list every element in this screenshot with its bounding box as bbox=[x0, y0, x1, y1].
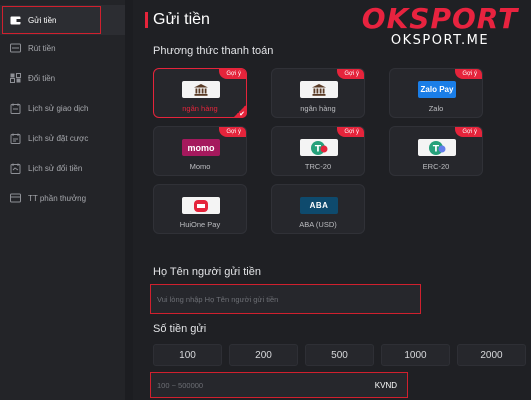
amount-preset-500[interactable]: 500 bbox=[305, 344, 374, 366]
sender-name-label: Họ Tên người gửi tiền bbox=[153, 266, 261, 278]
amount-input[interactable]: 100 ~ 500000 KVND bbox=[150, 372, 408, 398]
sidebar-item-label: Lịch sử đặt cược bbox=[28, 133, 89, 143]
huione-icon bbox=[182, 197, 220, 214]
sidebar: Gửi tiền Rút tiền Đổi tiền Lịch sử giao … bbox=[0, 0, 125, 400]
sidebar-item-transaction-history[interactable]: Lịch sử giao dịch bbox=[0, 93, 125, 123]
payment-method-label: Momo bbox=[189, 162, 211, 171]
amount-placeholder: 100 ~ 500000 bbox=[157, 380, 204, 390]
payment-method-label: HuiOne Pay bbox=[179, 220, 221, 229]
payment-method-bank[interactable]: Gợi ý ngân hàng ✔ bbox=[153, 68, 247, 118]
sender-name-input[interactable]: Vui lòng nhập Họ Tên người gửi tiền bbox=[150, 284, 421, 314]
payment-method-label: ngân hàng bbox=[300, 104, 336, 113]
suggested-badge: Gợi ý bbox=[455, 69, 482, 79]
amount-preset-200[interactable]: 200 bbox=[229, 344, 298, 366]
payment-method-label: TRC-20 bbox=[304, 162, 332, 171]
bet-history-icon bbox=[10, 133, 21, 144]
suggested-badge: Gợi ý bbox=[219, 127, 246, 137]
page-title: Gửi tiền bbox=[153, 11, 210, 28]
amount-preset-100[interactable]: 100 bbox=[153, 344, 222, 366]
sidebar-item-label: Lịch sử giao dịch bbox=[28, 103, 89, 113]
sidebar-item-label: Rút tiền bbox=[28, 43, 56, 53]
suggested-badge: Gợi ý bbox=[337, 69, 364, 79]
sidebar-item-label: Lịch sử đổi tiền bbox=[28, 163, 83, 173]
payment-method-label: ERC-20 bbox=[422, 162, 450, 171]
payment-method-momo[interactable]: Gợi ý momo Momo bbox=[153, 126, 247, 176]
payment-method-label: Phương thức thanh toán bbox=[153, 45, 274, 57]
aba-logo: ABA bbox=[300, 197, 338, 214]
amount-preset-1000[interactable]: 1000 bbox=[381, 344, 450, 366]
sidebar-item-withdraw[interactable]: Rút tiền bbox=[0, 33, 125, 63]
sidebar-item-exchange-history[interactable]: Lịch sử đổi tiền bbox=[0, 153, 125, 183]
exchange-icon bbox=[10, 73, 21, 84]
suggested-badge: Gợi ý bbox=[455, 127, 482, 137]
history-icon bbox=[10, 103, 21, 114]
payment-method-aba[interactable]: ABA ABA (USD) bbox=[271, 184, 365, 234]
title-accent bbox=[145, 12, 148, 28]
brand-url: OKSPORT.ME bbox=[390, 33, 490, 48]
payment-method-zalo[interactable]: Gợi ý Zalo Pay Zalo bbox=[389, 68, 483, 118]
sidebar-item-rewards[interactable]: TT phần thưởng bbox=[0, 183, 125, 213]
momo-logo: momo bbox=[182, 139, 220, 156]
bank-icon bbox=[300, 81, 338, 98]
amount-preset-2000[interactable]: 2000 bbox=[457, 344, 526, 366]
sidebar-item-exchange[interactable]: Đổi tiền bbox=[0, 63, 125, 93]
suggested-badge: Gợi ý bbox=[337, 127, 364, 137]
tether-icon: T bbox=[300, 139, 338, 156]
brand-logo: OKSPORT bbox=[361, 2, 519, 35]
active-highlight bbox=[2, 6, 101, 34]
payment-method-label: Zalo bbox=[428, 104, 444, 113]
brand-watermark: OKSPORT OKSPORT.ME bbox=[352, 4, 528, 48]
payment-method-huione[interactable]: HuiOne Pay bbox=[153, 184, 247, 234]
sidebar-item-label: TT phần thưởng bbox=[28, 193, 87, 203]
payment-method-bank-2[interactable]: Gợi ý ngân hàng bbox=[271, 68, 365, 118]
tether-icon: T bbox=[418, 139, 456, 156]
currency-unit: KVND bbox=[374, 380, 397, 390]
bank-icon bbox=[182, 81, 220, 98]
payment-method-erc20[interactable]: Gợi ý T ERC-20 bbox=[389, 126, 483, 176]
suggested-badge: Gợi ý bbox=[219, 69, 246, 79]
amount-label: Số tiền gửi bbox=[153, 323, 207, 335]
payment-method-label: ABA (USD) bbox=[299, 220, 337, 229]
selected-check-icon: ✔ bbox=[233, 104, 247, 118]
payment-method-trc20[interactable]: Gợi ý T TRC-20 bbox=[271, 126, 365, 176]
zalopay-logo: Zalo Pay bbox=[418, 81, 456, 98]
sidebar-item-label: Đổi tiền bbox=[28, 73, 56, 83]
reward-icon bbox=[10, 193, 21, 204]
withdraw-icon bbox=[10, 43, 21, 54]
sidebar-item-bet-history[interactable]: Lịch sử đặt cược bbox=[0, 123, 125, 153]
exchange-history-icon bbox=[10, 163, 21, 174]
